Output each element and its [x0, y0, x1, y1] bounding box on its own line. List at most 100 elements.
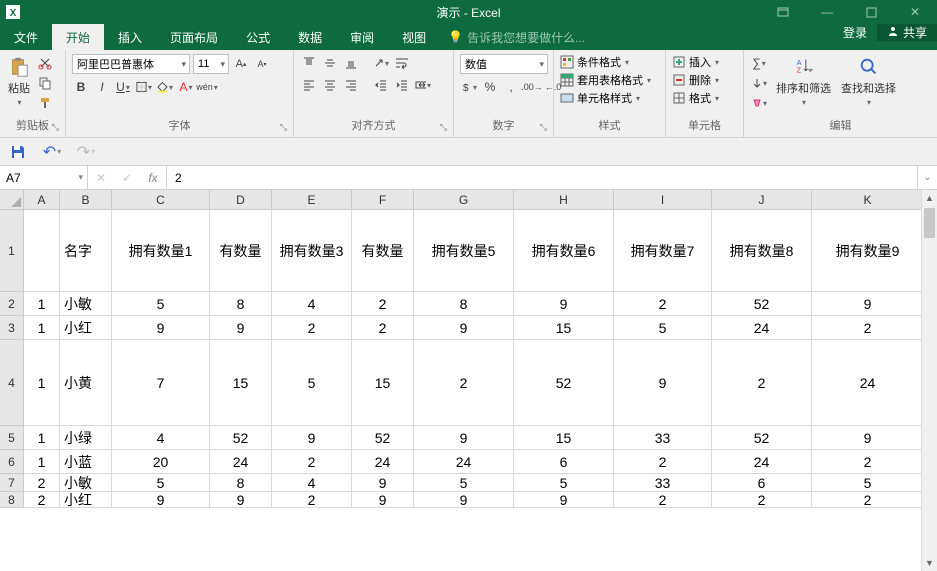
column-header[interactable]: A: [24, 190, 60, 210]
cell[interactable]: 小红: [60, 316, 112, 340]
cell[interactable]: 拥有数量3: [272, 210, 352, 292]
decrease-font-button[interactable]: A▾: [253, 55, 271, 73]
fill-color-button[interactable]: ▾: [156, 78, 174, 96]
cell[interactable]: 9: [414, 426, 514, 450]
tell-me-search[interactable]: 💡 告诉我您想要做什么...: [440, 24, 585, 50]
cell[interactable]: 5: [272, 340, 352, 426]
tab-layout[interactable]: 页面布局: [156, 24, 232, 50]
cell[interactable]: 4: [272, 292, 352, 316]
cell[interactable]: 8: [210, 474, 272, 492]
cell[interactable]: 1: [24, 340, 60, 426]
dialog-launcher-icon[interactable]: ⤡: [280, 122, 287, 133]
tab-view[interactable]: 视图: [388, 24, 440, 50]
phonetic-button[interactable]: wén▾: [198, 78, 216, 96]
cell[interactable]: 5: [812, 474, 924, 492]
paste-button[interactable]: 粘贴 ▾: [6, 54, 32, 109]
cell[interactable]: 15: [352, 340, 414, 426]
cell[interactable]: 4: [112, 426, 210, 450]
copy-button[interactable]: [36, 74, 54, 92]
tab-file[interactable]: 文件: [0, 24, 52, 50]
undo-button[interactable]: ↶▾: [42, 142, 62, 162]
border-button[interactable]: ▾: [135, 78, 153, 96]
cell[interactable]: 2: [352, 316, 414, 340]
fx-button[interactable]: fx: [140, 171, 166, 185]
cell[interactable]: 24: [712, 450, 812, 474]
align-right-button[interactable]: [342, 76, 360, 94]
cell[interactable]: 5: [614, 316, 712, 340]
delete-cells-button[interactable]: 删除▾: [672, 72, 719, 88]
cell[interactable]: 1: [24, 316, 60, 340]
cell[interactable]: 2: [812, 450, 924, 474]
cell[interactable]: 2: [272, 316, 352, 340]
cell[interactable]: 15: [210, 340, 272, 426]
row-header[interactable]: 6: [0, 450, 24, 474]
align-left-button[interactable]: [300, 76, 318, 94]
cell[interactable]: 52: [712, 426, 812, 450]
cell[interactable]: 8: [414, 292, 514, 316]
expand-formula-button[interactable]: ⌄: [917, 166, 937, 189]
cell[interactable]: 24: [352, 450, 414, 474]
decrease-indent-button[interactable]: [372, 76, 390, 94]
cell[interactable]: 24: [414, 450, 514, 474]
dialog-launcher-icon[interactable]: ⤡: [440, 122, 447, 133]
cell[interactable]: 小红: [60, 492, 112, 508]
cell[interactable]: 拥有数量1: [112, 210, 210, 292]
row-header[interactable]: 8: [0, 492, 24, 508]
comma-button[interactable]: ,: [502, 78, 520, 96]
font-color-button[interactable]: A▾: [177, 78, 195, 96]
cell[interactable]: 9: [812, 292, 924, 316]
align-middle-button[interactable]: [321, 54, 339, 72]
scroll-down-button[interactable]: ▼: [922, 555, 937, 571]
cell[interactable]: 小蓝: [60, 450, 112, 474]
cell[interactable]: 9: [514, 292, 614, 316]
cell[interactable]: 33: [614, 474, 712, 492]
cell[interactable]: 2: [614, 450, 712, 474]
cell[interactable]: 2: [272, 450, 352, 474]
tab-home[interactable]: 开始: [52, 24, 104, 50]
dialog-launcher-icon[interactable]: ⤡: [52, 122, 59, 133]
cell[interactable]: 1: [24, 426, 60, 450]
cell[interactable]: 33: [614, 426, 712, 450]
cell[interactable]: 2: [272, 492, 352, 508]
cell[interactable]: 5: [112, 474, 210, 492]
cell[interactable]: 5: [514, 474, 614, 492]
cell[interactable]: 小黄: [60, 340, 112, 426]
row-header[interactable]: 5: [0, 426, 24, 450]
login-link[interactable]: 登录: [833, 24, 877, 41]
cell[interactable]: 2: [352, 292, 414, 316]
cell[interactable]: 2: [812, 492, 924, 508]
select-all-corner[interactable]: [0, 190, 24, 210]
share-button[interactable]: 共享: [877, 24, 937, 41]
save-button[interactable]: [8, 142, 28, 162]
increase-decimal-button[interactable]: .00→: [523, 78, 541, 96]
sort-filter-button[interactable]: AZ 排序和筛选▾: [774, 54, 833, 109]
percent-button[interactable]: %: [481, 78, 499, 96]
formula-input[interactable]: 2: [167, 166, 917, 189]
cell[interactable]: 6: [514, 450, 614, 474]
cell[interactable]: 2: [712, 340, 812, 426]
cell[interactable]: 4: [272, 474, 352, 492]
align-center-button[interactable]: [321, 76, 339, 94]
row-header[interactable]: 7: [0, 474, 24, 492]
cell[interactable]: 有数量: [352, 210, 414, 292]
cell[interactable]: 拥有数量6: [514, 210, 614, 292]
cell[interactable]: 15: [514, 316, 614, 340]
cell[interactable]: 拥有数量8: [712, 210, 812, 292]
cell[interactable]: 2: [614, 292, 712, 316]
column-header[interactable]: J: [712, 190, 812, 210]
cell[interactable]: 5: [414, 474, 514, 492]
cut-button[interactable]: [36, 54, 54, 72]
cell[interactable]: 9: [352, 474, 414, 492]
cell[interactable]: 小敏: [60, 292, 112, 316]
column-header[interactable]: G: [414, 190, 514, 210]
cell[interactable]: 拥有数量9: [812, 210, 924, 292]
cell[interactable]: 2: [24, 492, 60, 508]
cell[interactable]: 9: [210, 316, 272, 340]
redo-button[interactable]: ↷▾: [76, 142, 96, 162]
cell[interactable]: 名字: [60, 210, 112, 292]
cell[interactable]: 9: [112, 492, 210, 508]
format-painter-button[interactable]: [36, 94, 54, 112]
name-box[interactable]: A7: [0, 166, 88, 189]
insert-cells-button[interactable]: 插入▾: [672, 54, 719, 70]
enter-formula-button[interactable]: ✓: [114, 171, 140, 185]
